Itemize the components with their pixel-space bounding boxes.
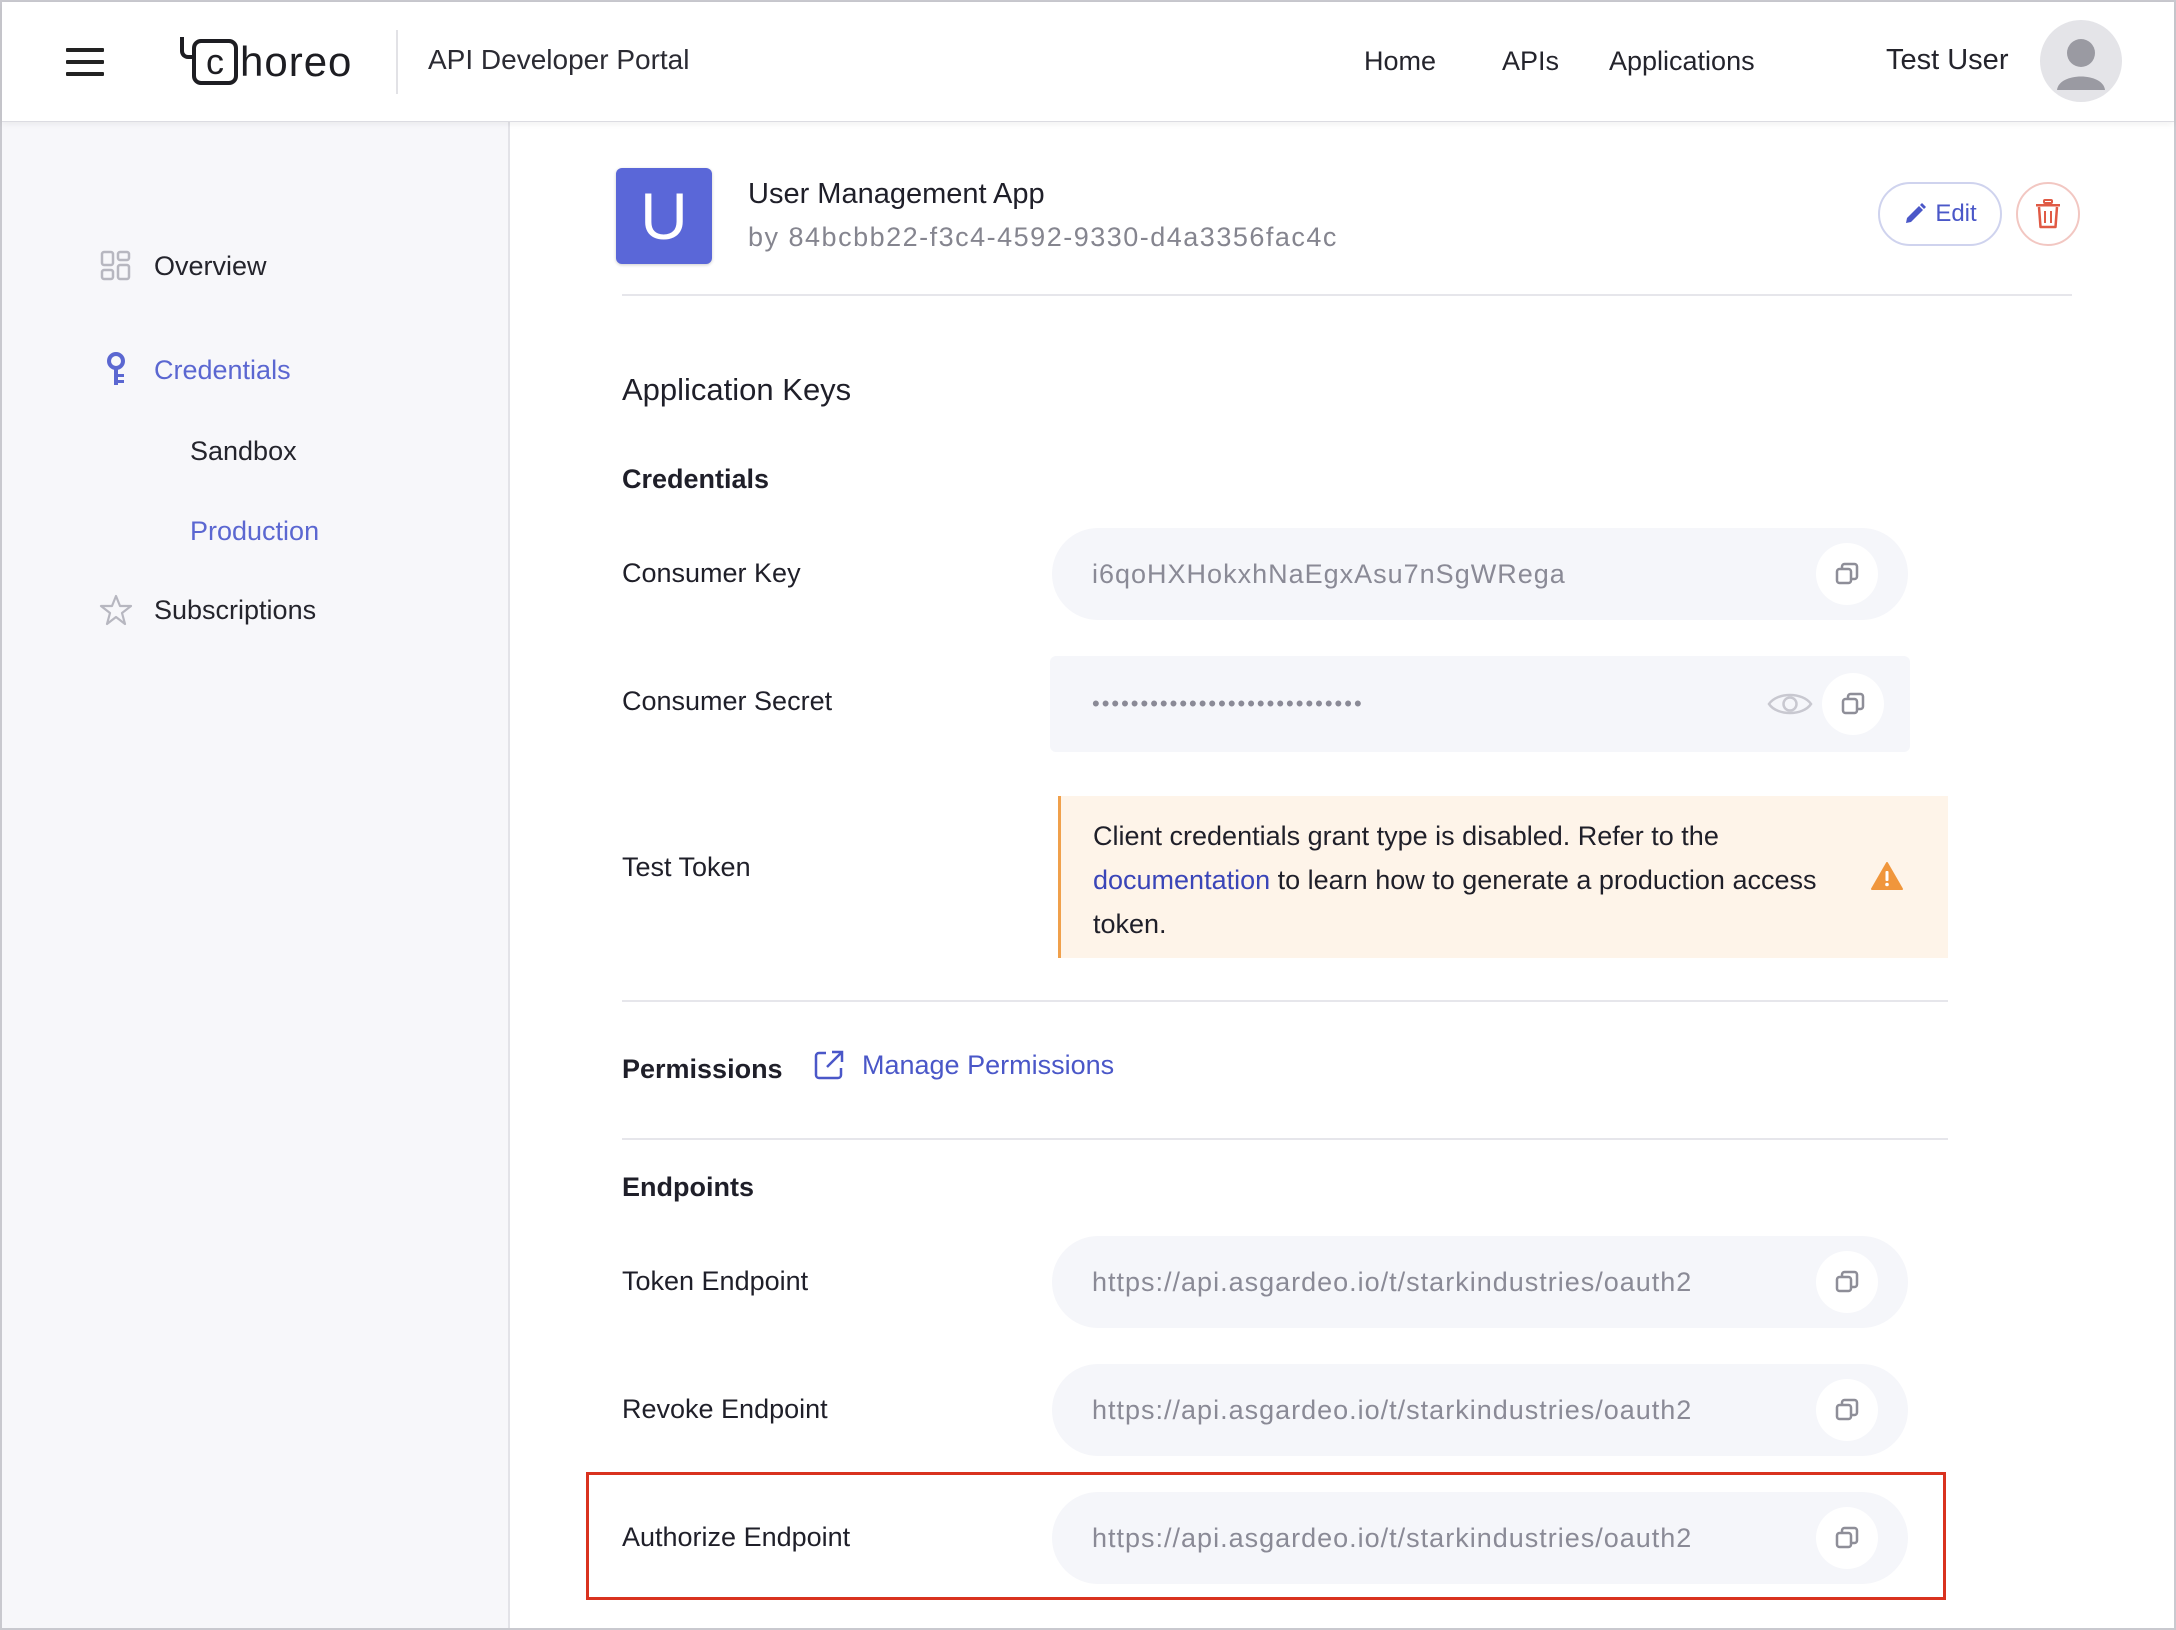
copy-consumer-key-button[interactable] — [1816, 543, 1878, 605]
revoke-endpoint-label: Revoke Endpoint — [622, 1394, 828, 1424]
test-token-label: Test Token — [622, 852, 751, 882]
sidebar-item-sandbox[interactable]: Sandbox — [190, 436, 297, 467]
credentials-title: Credentials — [622, 464, 770, 494]
divider — [622, 1000, 1948, 1002]
menu-icon[interactable] — [66, 48, 104, 76]
nav-applications[interactable]: Applications — [1609, 46, 1755, 77]
pencil-icon — [1906, 203, 1927, 223]
authorize-endpoint-field[interactable]: https://api.asgardeo.io/t/starkindustrie… — [1052, 1492, 1908, 1584]
main-content: U User Management App by 84bcbb22-f3c4-4… — [512, 122, 2174, 1628]
logo-text: horeo — [240, 38, 353, 85]
consumer-key-field[interactable]: i6qoHXHokxhNaEgxAsu7nSgWRega — [1052, 528, 1908, 620]
nav-home[interactable]: Home — [1364, 46, 1436, 77]
sidebar-item-overview[interactable]: Overview — [98, 248, 267, 284]
star-icon — [98, 592, 134, 628]
trash-icon — [2036, 199, 2060, 229]
eye-icon — [1767, 693, 1813, 715]
copy-icon — [1835, 562, 1859, 585]
divider — [622, 294, 2072, 296]
manage-permissions-link[interactable]: Manage Permissions — [812, 1048, 1114, 1082]
token-endpoint-field[interactable]: https://api.asgardeo.io/t/starkindustrie… — [1052, 1236, 1908, 1328]
token-endpoint-label: Token Endpoint — [622, 1266, 809, 1296]
sidebar-item-production[interactable]: Production — [190, 516, 319, 547]
external-link-icon — [814, 1050, 844, 1080]
copy-icon — [1835, 1526, 1859, 1549]
delete-button[interactable] — [2016, 182, 2080, 246]
sidebar-item-label: Overview — [154, 250, 267, 281]
alert-text-before: Client credentials grant type is disable… — [1093, 821, 1719, 851]
portal-title: API Developer Portal — [428, 44, 690, 75]
divider — [622, 1138, 1948, 1140]
copy-consumer-secret-button[interactable] — [1822, 673, 1884, 735]
app-owner: by 84bcbb22-f3c4-4592-9330-d4a3356fac4c — [748, 222, 1338, 252]
copy-icon — [1835, 1270, 1859, 1293]
test-token-warning: Client credentials grant type is disable… — [1058, 796, 1948, 958]
sidebar-item-label: Sandbox — [190, 436, 297, 466]
key-icon — [98, 352, 134, 388]
logo-mark: c — [180, 37, 238, 85]
app-avatar: U — [616, 168, 712, 264]
endpoints-title: Endpoints — [622, 1172, 754, 1202]
top-header: c horeo API Developer Portal Home APIs A… — [2, 2, 2174, 122]
nav-apis[interactable]: APIs — [1502, 46, 1559, 77]
sidebar: Overview Credentials Sandbox Production … — [2, 122, 510, 1628]
copy-token-endpoint-button[interactable] — [1816, 1251, 1878, 1313]
copy-authorize-endpoint-button[interactable] — [1816, 1507, 1878, 1569]
edit-label: Edit — [1935, 200, 1977, 227]
show-secret-button[interactable] — [1764, 678, 1816, 730]
copy-revoke-endpoint-button[interactable] — [1816, 1379, 1878, 1441]
user-name[interactable]: Test User — [1886, 44, 2008, 77]
copy-icon — [1841, 692, 1865, 715]
sidebar-item-label: Subscriptions — [154, 594, 317, 625]
warning-icon — [1870, 860, 1904, 904]
authorize-endpoint-value: https://api.asgardeo.io/t/starkindustrie… — [1092, 1522, 1693, 1553]
permissions-label: Permissions — [622, 1054, 783, 1084]
consumer-secret-field[interactable]: •••••••••••••••••••••••••••• — [1050, 656, 1910, 752]
app-name: User Management App — [748, 178, 1045, 210]
sidebar-item-label: Credentials — [154, 354, 291, 385]
user-avatar[interactable] — [2040, 20, 2122, 102]
user-icon — [2057, 39, 2105, 90]
sidebar-item-subscriptions[interactable]: Subscriptions — [98, 592, 316, 628]
copy-icon — [1835, 1398, 1859, 1421]
consumer-key-value: i6qoHXHokxhNaEgxAsu7nSgWRega — [1092, 558, 1566, 589]
sidebar-item-label: Production — [190, 516, 320, 546]
grid-icon — [98, 248, 134, 284]
consumer-secret-value: •••••••••••••••••••••••••••• — [1092, 691, 1364, 716]
application-keys-title: Application Keys — [622, 372, 852, 407]
authorize-endpoint-label: Authorize Endpoint — [622, 1522, 851, 1552]
documentation-link[interactable]: documentation — [1093, 865, 1270, 895]
token-endpoint-value: https://api.asgardeo.io/t/starkindustrie… — [1092, 1266, 1693, 1297]
revoke-endpoint-field[interactable]: https://api.asgardeo.io/t/starkindustrie… — [1052, 1364, 1908, 1456]
sidebar-item-credentials[interactable]: Credentials — [98, 352, 291, 388]
consumer-secret-label: Consumer Secret — [622, 686, 833, 716]
choreo-logo[interactable]: c horeo — [180, 32, 352, 92]
revoke-endpoint-value: https://api.asgardeo.io/t/starkindustrie… — [1092, 1394, 1693, 1425]
manage-permissions-label: Manage Permissions — [862, 1049, 1115, 1080]
consumer-key-label: Consumer Key — [622, 558, 801, 588]
edit-button[interactable]: Edit — [1878, 182, 2002, 246]
header-divider — [396, 30, 398, 94]
